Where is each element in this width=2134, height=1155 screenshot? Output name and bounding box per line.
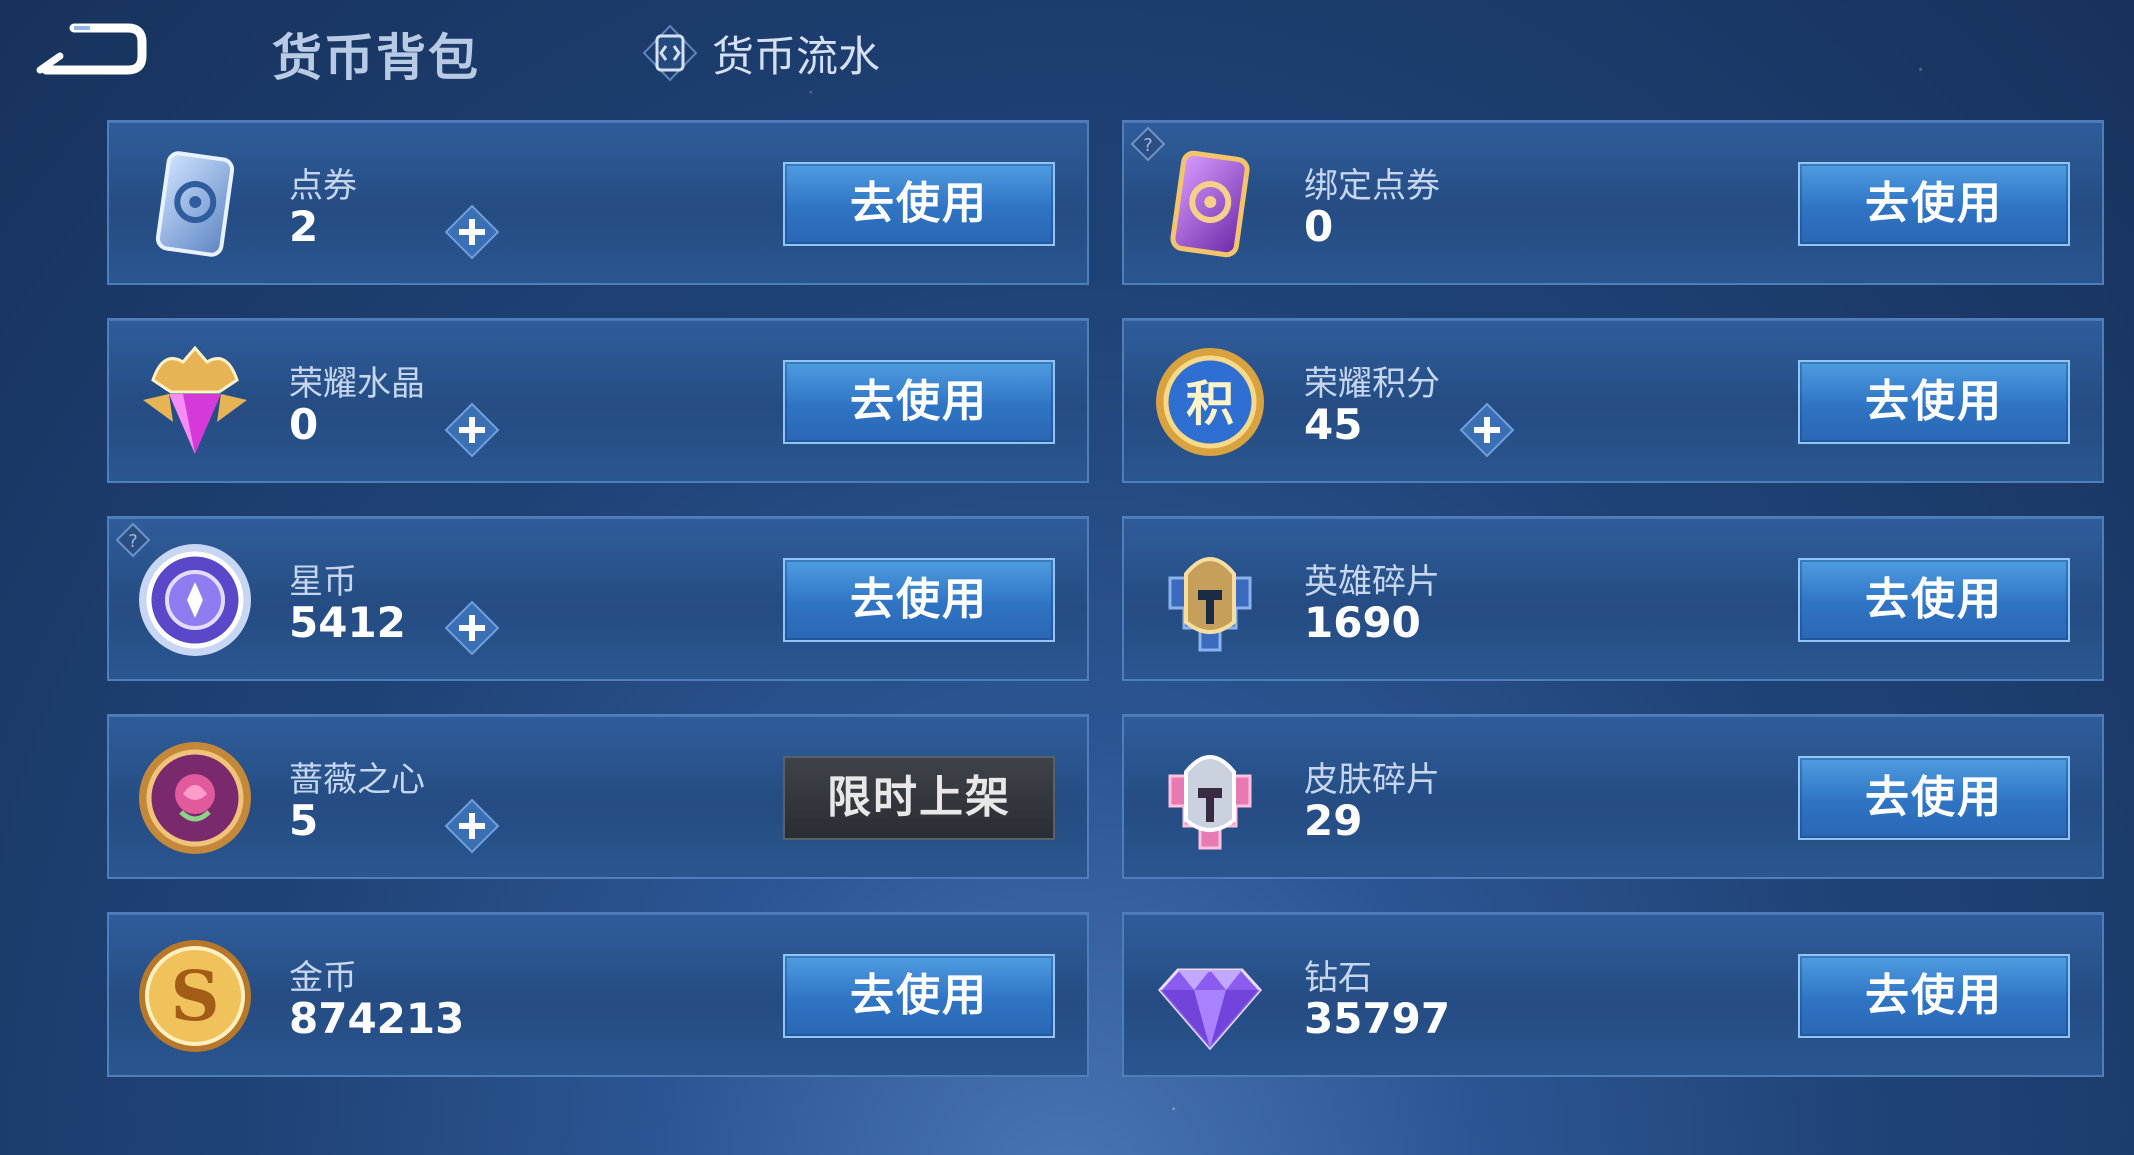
currency-card: 积 荣耀积分 45 去使用 — [1122, 318, 2104, 483]
glory-crystal-icon — [133, 340, 257, 464]
currency-name: 荣耀水晶 — [289, 364, 425, 404]
back-button[interactable] — [30, 20, 150, 82]
plus-icon — [444, 402, 500, 458]
page-title: 货币背包 — [272, 29, 480, 87]
currency-card: 星币 5412? 去使用 — [107, 516, 1089, 681]
svg-text:S: S — [170, 957, 219, 1037]
currency-amount: 1690 — [1304, 598, 1421, 647]
rose-heart-icon — [133, 736, 257, 860]
gold-coin-icon: S — [133, 934, 257, 1058]
currency-amount: 0 — [1304, 202, 1334, 251]
currency-amount: 0 — [289, 400, 319, 449]
currency-amount: 45 — [1304, 400, 1363, 449]
plus-icon — [444, 798, 500, 854]
coupon-icon — [133, 142, 257, 266]
limited-time-button[interactable]: 限时上架 — [783, 756, 1055, 840]
skin-fragment-icon — [1148, 736, 1272, 860]
add-currency-button[interactable] — [444, 204, 500, 260]
currency-amount: 874213 — [289, 994, 465, 1043]
currency-name: 钻石 — [1304, 958, 1372, 998]
hero-fragment-icon — [1148, 538, 1272, 662]
currency-card: 蔷薇之心 5 限时上架 — [107, 714, 1089, 879]
star-coin-icon — [133, 538, 257, 662]
diamond-icon — [1148, 934, 1272, 1058]
help-icon[interactable]: ? — [115, 522, 151, 558]
svg-text:?: ? — [1143, 135, 1153, 156]
currency-card: 绑定点券 0? 去使用 — [1122, 120, 2104, 285]
currency-name: 皮肤碎片 — [1304, 760, 1440, 800]
back-arrow-icon — [36, 23, 147, 75]
currency-name: 英雄碎片 — [1304, 562, 1440, 602]
currency-name: 绑定点券 — [1304, 166, 1440, 206]
svg-text:积: 积 — [1186, 376, 1234, 432]
svg-text:?: ? — [128, 531, 138, 552]
top-bar: 货币背包 货币流水 — [0, 0, 2134, 110]
currency-amount: 29 — [1304, 796, 1363, 845]
use-button[interactable]: 去使用 — [1798, 954, 2070, 1038]
plus-icon — [1459, 402, 1515, 458]
currency-flow-icon — [642, 24, 698, 82]
currency-name: 蔷薇之心 — [289, 760, 425, 800]
currency-name: 星币 — [289, 562, 357, 602]
add-currency-button[interactable] — [444, 798, 500, 854]
use-button[interactable]: 去使用 — [783, 558, 1055, 642]
bound-coupon-icon — [1148, 142, 1272, 266]
currency-amount: 5412 — [289, 598, 406, 647]
add-currency-button[interactable] — [444, 402, 500, 458]
currency-amount: 5 — [289, 796, 319, 845]
currency-card: 皮肤碎片 29 去使用 — [1122, 714, 2104, 879]
add-currency-button[interactable] — [1459, 402, 1515, 458]
plus-icon — [444, 600, 500, 656]
currency-card: S 金币 874213 去使用 — [107, 912, 1089, 1077]
currency-amount: 2 — [289, 202, 319, 251]
glory-points-icon: 积 — [1148, 340, 1272, 464]
currency-card: 点券 2 去使用 — [107, 120, 1089, 285]
currency-name: 荣耀积分 — [1304, 364, 1440, 404]
currency-name: 金币 — [289, 958, 357, 998]
use-button[interactable]: 去使用 — [1798, 162, 2070, 246]
add-currency-button[interactable] — [444, 600, 500, 656]
currency-name: 点券 — [289, 166, 357, 206]
use-button[interactable]: 去使用 — [1798, 360, 2070, 444]
use-button[interactable]: 去使用 — [783, 162, 1055, 246]
currency-amount: 35797 — [1304, 994, 1451, 1043]
use-button[interactable]: 去使用 — [783, 360, 1055, 444]
use-button[interactable]: 去使用 — [1798, 756, 2070, 840]
currency-card: 钻石 35797 去使用 — [1122, 912, 2104, 1077]
currency-flow-label: 货币流水 — [712, 31, 881, 81]
currency-card: 英雄碎片 1690 去使用 — [1122, 516, 2104, 681]
currency-card: 荣耀水晶 0 去使用 — [107, 318, 1089, 483]
use-button[interactable]: 去使用 — [783, 954, 1055, 1038]
use-button[interactable]: 去使用 — [1798, 558, 2070, 642]
currency-flow-tab[interactable]: 货币流水 — [640, 24, 880, 82]
help-icon[interactable]: ? — [1130, 126, 1166, 162]
plus-icon — [444, 204, 500, 260]
